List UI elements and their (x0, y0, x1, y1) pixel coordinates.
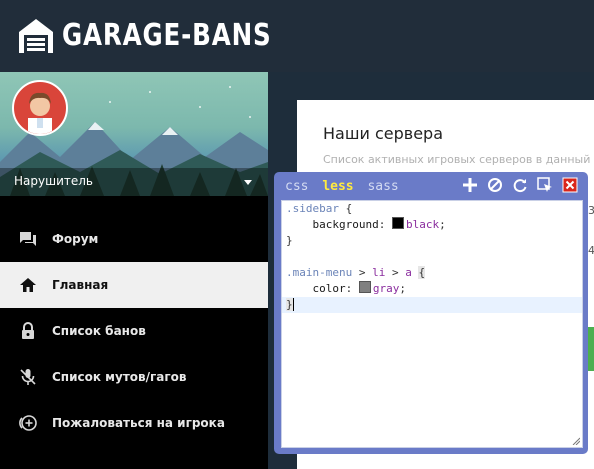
text-cursor (292, 298, 294, 311)
editor-tabs: css less sass (285, 179, 405, 194)
sidebar: Нарушитель Форум Главная Список банов Сп… (0, 72, 268, 469)
refresh-icon[interactable] (512, 177, 528, 193)
partial-text: 4 (588, 244, 594, 257)
top-bar: GARAGE-BANS (0, 0, 594, 72)
sidebar-item-label: Главная (52, 278, 109, 292)
code-selector: li (372, 266, 386, 279)
profile-header: Нарушитель (0, 72, 268, 196)
sidebar-item-mutes[interactable]: Список мутов/гагов (0, 354, 268, 400)
sidebar-item-label: Пожаловаться на игрока (52, 416, 225, 430)
color-swatch[interactable] (358, 281, 371, 293)
sidebar-item-home[interactable]: Главная (0, 262, 268, 308)
code-property: color (312, 282, 346, 295)
partial-text: 3 (588, 204, 594, 217)
code-selector: .sidebar (286, 202, 339, 215)
pick-element-icon[interactable] (537, 177, 553, 193)
sidebar-item-label: Форум (52, 232, 99, 246)
avatar-icon[interactable] (12, 80, 68, 136)
profile-bar[interactable]: Нарушитель (0, 168, 268, 196)
chat-icon (20, 232, 36, 246)
sidebar-item-forum[interactable]: Форум (0, 216, 268, 262)
sidebar-item-label: Список мутов/гагов (52, 370, 187, 384)
code-brace: { (338, 202, 353, 215)
code-line: .sidebar { (282, 201, 582, 217)
css-editor-panel: css less sass .sidebar { background: bla… (274, 172, 588, 454)
disable-icon[interactable] (487, 177, 503, 193)
code-line: } (282, 233, 582, 249)
code-line-active: } (282, 297, 582, 313)
code-brace: } (286, 234, 293, 247)
close-icon[interactable] (562, 177, 578, 193)
logo-text[interactable]: GARAGE-BANS (62, 16, 272, 56)
tab-sass[interactable]: sass (367, 179, 398, 194)
code-selector: .main-menu (286, 266, 353, 279)
sidebar-item-report[interactable]: Пожаловаться на игрока (0, 400, 268, 446)
code-combinator: > (352, 266, 373, 279)
code-property: background (312, 218, 379, 231)
code-editor[interactable]: .sidebar { background: black; } .main-me… (281, 200, 583, 448)
sidebar-item-label: Список банов (52, 324, 146, 338)
sidebar-item-bans[interactable]: Список банов (0, 308, 268, 354)
resize-handle-icon[interactable] (572, 437, 580, 445)
card-title: Наши сервера (323, 124, 443, 143)
code-brace: { (418, 266, 426, 279)
plus-icon[interactable] (462, 177, 478, 193)
code-value: black (405, 218, 440, 231)
garage-icon[interactable] (16, 15, 56, 55)
code-line: background: black; (312, 217, 446, 231)
code-selector: a (405, 266, 412, 279)
main-menu: Форум Главная Список банов Список мутов/… (0, 216, 268, 446)
tab-css[interactable]: css (285, 179, 308, 194)
code-brace: } (286, 298, 293, 311)
code-line: .main-menu > li > a { (282, 265, 582, 281)
username: Нарушитель (14, 174, 93, 188)
code-value: gray (372, 282, 400, 295)
caret-down-icon[interactable] (244, 180, 252, 185)
code-combinator: > (385, 266, 406, 279)
code-line: color: gray; (312, 281, 406, 295)
color-swatch[interactable] (391, 217, 404, 229)
card-subtitle: Список активных игровых серверов в данны… (323, 153, 594, 166)
editor-toolbar (462, 177, 578, 193)
home-icon (20, 278, 36, 292)
mic-off-icon (20, 369, 36, 385)
tab-less[interactable]: less (322, 179, 353, 194)
lock-icon (22, 322, 34, 339)
add-circle-icon (19, 415, 37, 431)
